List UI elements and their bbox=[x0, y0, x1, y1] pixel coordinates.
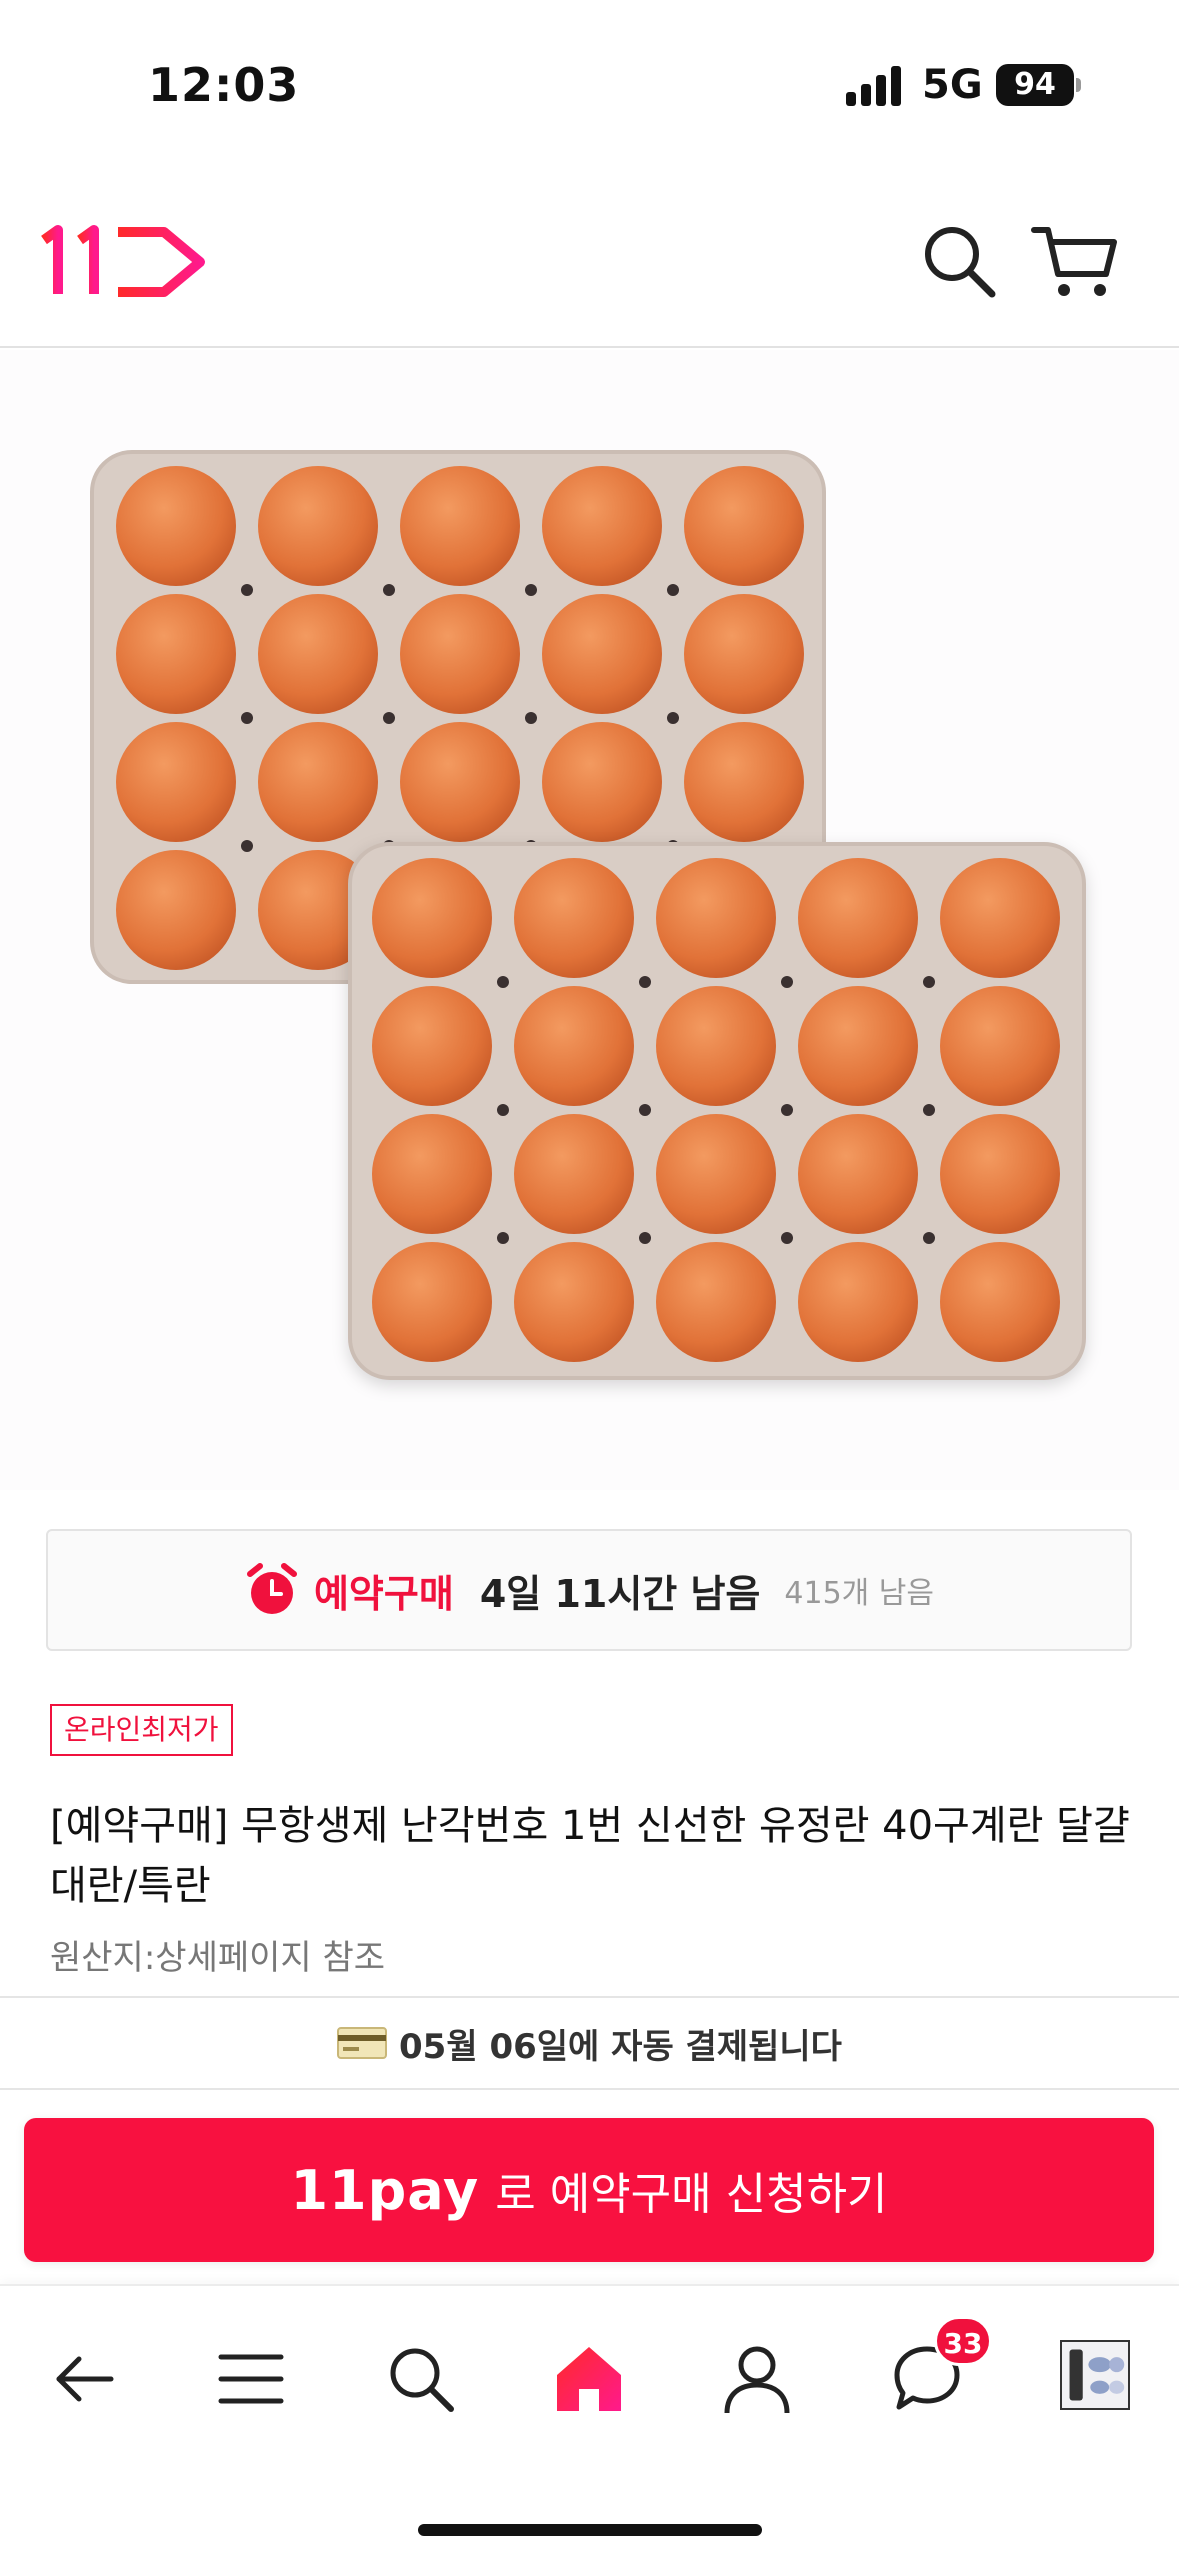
status-time: 12:03 bbox=[148, 58, 300, 112]
tray-hole bbox=[497, 1232, 509, 1244]
egg bbox=[656, 1242, 776, 1362]
search-icon[interactable] bbox=[920, 222, 1000, 302]
product-origin: 원산지:상세페이지 참조 bbox=[50, 1938, 386, 1978]
egg bbox=[798, 1242, 918, 1362]
egg bbox=[400, 466, 520, 586]
tray-hole bbox=[923, 976, 935, 988]
cart-icon[interactable] bbox=[1030, 220, 1120, 304]
11pay-logo: 11pay bbox=[290, 2158, 480, 2222]
back-button[interactable] bbox=[38, 2334, 128, 2424]
autopay-text: 05월 06일에 자동 결제됩니다 bbox=[399, 2026, 842, 2067]
back-icon bbox=[56, 2356, 114, 2402]
tray-hole bbox=[923, 1232, 935, 1244]
tray-hole bbox=[781, 1104, 793, 1116]
home-button[interactable] bbox=[544, 2334, 634, 2424]
egg bbox=[940, 858, 1060, 978]
home-icon bbox=[557, 2347, 621, 2411]
egg bbox=[940, 1242, 1060, 1362]
egg bbox=[656, 858, 776, 978]
egg bbox=[542, 722, 662, 842]
tray-hole bbox=[667, 712, 679, 724]
tray-hole bbox=[781, 1232, 793, 1244]
battery-tip bbox=[1076, 78, 1081, 92]
alarm-clock-icon bbox=[246, 1563, 297, 1614]
egg bbox=[372, 986, 492, 1106]
egg bbox=[400, 722, 520, 842]
egg bbox=[514, 1242, 634, 1362]
lowest-price-badge: 온라인최저가 bbox=[50, 1704, 233, 1756]
product-title: [예약구매] 무항생제 난각번호 1번 신선한 유정란 40구계란 달걀 대란/… bbox=[50, 1803, 1130, 1909]
egg bbox=[684, 466, 804, 586]
tray-hole bbox=[383, 584, 395, 596]
egg bbox=[542, 594, 662, 714]
tray-hole bbox=[639, 1104, 651, 1116]
egg bbox=[372, 858, 492, 978]
autopay-notice: 05월 06일에 자동 결제됩니다 bbox=[0, 1996, 1179, 2090]
egg bbox=[542, 466, 662, 586]
egg bbox=[514, 986, 634, 1106]
bottom-navigation: 33 bbox=[0, 2284, 1179, 2556]
status-bar: 12:03 5G 94 bbox=[0, 0, 1179, 170]
tray-hole bbox=[781, 976, 793, 988]
tray-hole bbox=[525, 712, 537, 724]
egg bbox=[116, 466, 236, 586]
egg bbox=[656, 986, 776, 1106]
menu-icon bbox=[218, 2354, 284, 2404]
network-type: 5G bbox=[922, 62, 983, 108]
egg bbox=[798, 858, 918, 978]
egg bbox=[116, 722, 236, 842]
egg bbox=[258, 594, 378, 714]
egg bbox=[372, 1114, 492, 1234]
preorder-time-left: 4일 11시간 남음 bbox=[479, 1571, 761, 1616]
app-header bbox=[0, 170, 1179, 348]
cta-label: 로 예약구매 신청하기 bbox=[495, 2169, 888, 2220]
tray-hole bbox=[497, 1104, 509, 1116]
tray-hole bbox=[639, 1232, 651, 1244]
user-icon bbox=[724, 2346, 790, 2414]
preorder-stock: 415개 남음 bbox=[784, 1576, 935, 1611]
preorder-banner: 예약구매 4일 11시간 남음 415개 남음 bbox=[46, 1529, 1132, 1651]
egg bbox=[116, 850, 236, 970]
egg bbox=[258, 722, 378, 842]
egg bbox=[684, 594, 804, 714]
tray-hole bbox=[241, 584, 253, 596]
search-button[interactable] bbox=[376, 2334, 466, 2424]
egg bbox=[514, 1114, 634, 1234]
egg bbox=[798, 1114, 918, 1234]
cellular-signal-icon bbox=[846, 66, 904, 106]
chat-unread-badge: 33 bbox=[934, 2316, 992, 2366]
battery-indicator: 94 bbox=[996, 64, 1074, 106]
egg bbox=[258, 466, 378, 586]
product-image[interactable] bbox=[0, 350, 1179, 1490]
my-page-button[interactable] bbox=[712, 2334, 802, 2424]
egg bbox=[372, 1242, 492, 1362]
egg bbox=[940, 1114, 1060, 1234]
menu-button[interactable] bbox=[206, 2334, 296, 2424]
recent-product-image bbox=[1062, 2342, 1128, 2408]
credit-card-icon bbox=[337, 2027, 388, 2059]
egg bbox=[400, 594, 520, 714]
home-indicator bbox=[418, 2524, 762, 2536]
tray-hole bbox=[383, 712, 395, 724]
tray-hole bbox=[923, 1104, 935, 1116]
recent-item-thumbnail[interactable] bbox=[1060, 2340, 1130, 2410]
egg bbox=[116, 594, 236, 714]
egg bbox=[684, 722, 804, 842]
egg bbox=[514, 858, 634, 978]
preorder-label: 예약구매 bbox=[313, 1571, 454, 1616]
11st-logo[interactable] bbox=[40, 222, 210, 302]
tray-hole bbox=[241, 840, 253, 852]
tray-hole bbox=[667, 584, 679, 596]
search-icon bbox=[390, 2348, 454, 2412]
egg bbox=[940, 986, 1060, 1106]
preorder-apply-button[interactable]: 11pay 로 예약구매 신청하기 bbox=[24, 2118, 1154, 2262]
egg bbox=[798, 986, 918, 1106]
egg-tray-image bbox=[90, 450, 1086, 1380]
tray-hole bbox=[497, 976, 509, 988]
tray-hole bbox=[241, 712, 253, 724]
tray-hole bbox=[525, 584, 537, 596]
egg bbox=[656, 1114, 776, 1234]
tray-hole bbox=[639, 976, 651, 988]
